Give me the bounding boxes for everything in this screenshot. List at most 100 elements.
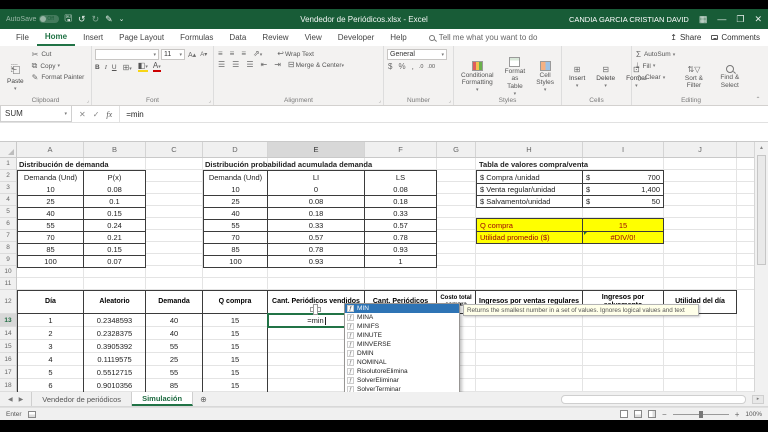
wrap-text-button[interactable]: ↩Wrap Text (276, 49, 314, 58)
macro-record-icon[interactable] (28, 411, 36, 418)
cell[interactable]: 0 (268, 183, 365, 195)
table-row[interactable]: $ Salvamento/unidad$50 (477, 195, 663, 207)
align-center-icon[interactable]: ☰ (231, 60, 240, 69)
table-row[interactable]: 850.780.93 (204, 243, 436, 255)
table-row[interactable]: 400.180.33 (204, 207, 436, 219)
zoom-slider[interactable] (673, 414, 729, 415)
table-row[interactable]: $ Compra /unidad$700 (477, 171, 663, 183)
column-header[interactable]: C (146, 142, 203, 157)
table-header-cell[interactable]: P(x) (84, 171, 145, 183)
cell[interactable]: 0.15 (84, 244, 145, 255)
scroll-right-icon[interactable]: ▸ (752, 395, 764, 404)
table-header-cell[interactable]: Demanda (Und) (18, 171, 84, 183)
q-label-cell[interactable]: Q compra (477, 219, 583, 231)
select-all-corner[interactable] (0, 142, 17, 158)
autocomplete-item[interactable]: ƒMINA (345, 313, 459, 322)
normal-view-icon[interactable] (620, 410, 628, 418)
cell-demanda[interactable]: 40 (146, 314, 203, 327)
column-header[interactable]: B (84, 142, 146, 157)
comments-button[interactable]: Comments (711, 33, 760, 42)
font-dialog-launcher[interactable]: ⌟ (209, 98, 211, 104)
cell-aleatorio[interactable]: 0.9010356 (84, 379, 146, 392)
cell-qcompra[interactable]: 15 (203, 353, 268, 366)
row-header[interactable]: 13 (0, 314, 16, 327)
cell[interactable]: 0.57 (268, 232, 365, 243)
bold-button[interactable]: B (95, 64, 100, 71)
vertical-scrollbar[interactable]: ▲ (754, 142, 768, 392)
alignment-dialog-launcher[interactable]: ⌟ (379, 98, 381, 104)
cell-demanda[interactable]: 25 (146, 353, 203, 366)
q-value-cell[interactable]: #DIV/0! (583, 232, 663, 243)
cell[interactable]: 0.78 (365, 232, 436, 243)
column-header[interactable]: G (437, 142, 476, 157)
percent-format-icon[interactable]: % (397, 62, 406, 71)
row-header[interactable]: 14 (0, 327, 16, 340)
cell[interactable]: 0.08 (268, 196, 365, 207)
ribbon-tab[interactable]: Help (382, 29, 414, 46)
confirm-entry-icon[interactable]: ✓ (93, 110, 100, 119)
table-row[interactable]: 1000.07 (18, 255, 145, 267)
align-top-icon[interactable]: ≡ (217, 49, 224, 58)
row-header[interactable]: 10 (0, 266, 16, 278)
cell-demanda[interactable]: 40 (146, 327, 203, 340)
cell[interactable]: 100 (204, 256, 268, 267)
table-row[interactable]: 700.21 (18, 231, 145, 243)
row-header[interactable]: 2 (0, 170, 16, 182)
autocomplete-item[interactable]: ƒSolverEliminar (345, 376, 459, 385)
sheet-tab-simulacion[interactable]: Simulación (132, 392, 193, 406)
cell-qcompra[interactable]: 15 (203, 366, 268, 379)
cell-demanda[interactable]: 85 (146, 379, 203, 392)
cell[interactable]: 0.18 (365, 196, 436, 207)
cells-area[interactable]: Distribución de demanda Demanda (Und)P(x… (17, 158, 754, 392)
table-row[interactable]: 100.08 (18, 183, 145, 195)
cell[interactable]: 0.1 (84, 196, 145, 207)
cell[interactable]: 70 (204, 232, 268, 243)
cell[interactable]: 40 (18, 208, 84, 219)
cell[interactable]: 0.15 (84, 208, 145, 219)
orientation-icon[interactable]: ⇗▾ (252, 49, 263, 58)
cell-qcompra[interactable]: 15 (203, 327, 268, 340)
q-value-cell[interactable]: 15 (583, 219, 663, 231)
restore-button[interactable]: ❐ (736, 14, 744, 25)
q-label-cell[interactable]: Utilidad promedio ($) (477, 232, 583, 243)
cell[interactable]: 1 (365, 256, 436, 267)
autosave-pill[interactable]: Off (39, 15, 59, 23)
sim-table-row[interactable]: 40.11195752515 (17, 353, 365, 366)
merge-center-button[interactable]: ⊟Merge & Center▾ (287, 60, 344, 69)
horizontal-scrollbar[interactable] (561, 395, 746, 404)
autocomplete-item[interactable]: ƒSolverTerminar (345, 385, 459, 392)
format-painter-button[interactable]: ✎Format Painter (31, 73, 85, 82)
font-size-combo[interactable]: 11▾ (161, 49, 185, 60)
row-header[interactable]: 15 (0, 340, 16, 353)
column-header[interactable]: E (268, 142, 365, 157)
ribbon-tab[interactable]: File (8, 29, 37, 46)
page-break-view-icon[interactable] (648, 410, 656, 418)
table-row[interactable]: 550.24 (18, 219, 145, 231)
cancel-entry-icon[interactable]: ✕ (79, 110, 86, 119)
cell[interactable]: 0.78 (268, 244, 365, 255)
cell[interactable]: 0.33 (268, 220, 365, 231)
cell[interactable]: 25 (18, 196, 84, 207)
close-button[interactable]: ✕ (754, 14, 762, 25)
cell-dia[interactable]: 1 (18, 314, 84, 327)
cell-dia[interactable]: 2 (18, 327, 84, 340)
zoom-in-icon[interactable]: + (735, 410, 740, 419)
cell[interactable]: 0.18 (268, 208, 365, 219)
align-left-icon[interactable]: ☰ (217, 60, 226, 69)
vertical-scroll-thumb[interactable] (757, 155, 766, 265)
column-header[interactable]: A (17, 142, 84, 157)
collapse-ribbon-icon[interactable]: ⌃ (750, 46, 766, 105)
italic-button[interactable]: I (105, 64, 107, 71)
zoom-out-icon[interactable]: − (662, 410, 667, 419)
fill-button[interactable]: ⤓Fill▾ (635, 61, 675, 71)
cell[interactable]: 0.08 (365, 183, 436, 195)
copy-button[interactable]: ⧉Copy▾ (31, 61, 85, 71)
fill-color-icon[interactable]: ◧▾ (138, 62, 148, 72)
sim-table-row[interactable]: 30.39053925515 (17, 340, 365, 353)
row-header[interactable]: 7 (0, 230, 16, 242)
price-value-cell[interactable]: $50 (583, 196, 663, 207)
ribbon-tab[interactable]: Data (221, 29, 254, 46)
cell-dia[interactable]: 6 (18, 379, 84, 392)
ribbon-tab[interactable]: Insert (75, 29, 111, 46)
ribbon-tab[interactable]: Review (254, 29, 296, 46)
